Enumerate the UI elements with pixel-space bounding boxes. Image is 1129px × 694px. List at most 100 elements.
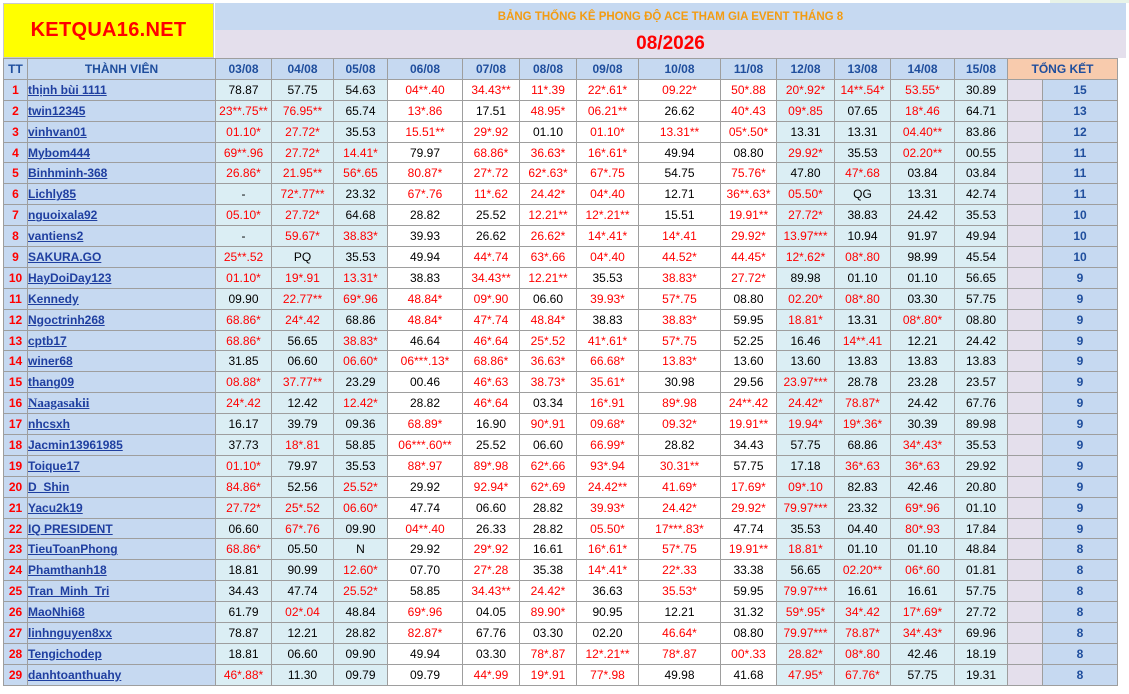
total-cell: 9 [1042, 454, 1118, 477]
score-cell: QG [834, 183, 891, 206]
member-name-link[interactable]: TieuToanPhong [27, 538, 216, 561]
member-name-link[interactable]: vantiens2 [27, 225, 216, 248]
table-row: 6 Lichly85-72*.77** 23.32 67*.76 11*.62 24.42… [3, 183, 1118, 206]
member-name-link[interactable]: nhcsxh [27, 413, 216, 436]
score-cell: 17*.69* [890, 601, 955, 624]
score-cell: 46.64 [387, 329, 463, 352]
member-name-link[interactable]: Tengichodep [27, 642, 216, 665]
table-row: 27 linhnguyen8xx 78.87 12.21 28.82 82.87* 67.7… [3, 622, 1118, 644]
member-name-link[interactable]: Kennedy [27, 287, 216, 310]
score-cell: 27.72* [271, 141, 334, 164]
score-cell: 47.74 [271, 580, 334, 603]
member-name-link[interactable]: Naagasakii [27, 392, 216, 415]
table-row: 5 Binhminh-368 26.86* 21.95** 56*.65 80.87* 27… [3, 162, 1118, 185]
score-cell: 77*.98 [576, 663, 639, 686]
score-cell: 29.92 [954, 454, 1008, 477]
score-cell: 42.74 [954, 183, 1008, 206]
member-name-link[interactable]: cptb17 [27, 329, 216, 352]
header-tt: TT [3, 58, 28, 80]
member-name-link[interactable]: thang09 [27, 371, 216, 394]
score-cell: 25.52 [462, 204, 520, 227]
header-total: TỔNG KẾT [1007, 58, 1118, 80]
member-name-link[interactable]: Toique17 [27, 454, 216, 477]
score-cell: 89.98 [954, 413, 1008, 436]
score-cell: 35.61* [576, 371, 639, 394]
score-cell: 90.95 [576, 601, 639, 624]
score-cell: 17.18 [776, 454, 835, 477]
score-cell: 41*.61* [576, 329, 639, 352]
total-spacer [1007, 246, 1043, 268]
score-cell: 09.36 [333, 413, 388, 436]
member-name-link[interactable]: Phamthanh18 [27, 559, 216, 582]
score-cell: 37.73 [215, 434, 272, 456]
score-cell: 18*.46 [890, 99, 955, 122]
score-cell: 92.94* [462, 475, 520, 498]
score-cell: 24.42 [890, 392, 955, 415]
row-number: 1 [3, 78, 28, 101]
score-cell: 49.94 [387, 246, 463, 268]
member-name-link[interactable]: winer68 [27, 350, 216, 373]
member-name-link[interactable]: Tran_Minh_Tri [27, 580, 216, 603]
score-cell: 48.95* [519, 99, 577, 122]
total-cell: 11 [1042, 183, 1118, 206]
score-cell: 04.40 [834, 517, 891, 540]
member-name-link[interactable]: IQ PRESIDENT [27, 517, 216, 540]
member-name-link[interactable]: danhtoanthuahy [27, 663, 216, 686]
member-name-link[interactable]: Ngoctrinh268 [27, 308, 216, 331]
member-name-link[interactable]: HayDoiDay123 [27, 266, 216, 289]
member-name-link[interactable]: linhnguyen8xx [27, 622, 216, 644]
score-cell: 57.75 [720, 454, 777, 477]
member-name-link[interactable]: D_Shin [27, 475, 216, 498]
score-cell: 16*.61* [576, 538, 639, 561]
total-spacer [1007, 496, 1043, 519]
score-cell: 11.30 [271, 663, 334, 686]
member-name-link[interactable]: nguoixala92 [27, 204, 216, 227]
score-cell: 23.28 [890, 371, 955, 394]
score-cell: 26.62* [519, 225, 577, 248]
score-cell: 24**.42 [720, 392, 777, 415]
score-cell: 15.51** [387, 120, 463, 143]
member-name-link[interactable]: Jacmin13961985 [27, 434, 216, 456]
member-name-link[interactable]: Lichly85 [27, 183, 216, 206]
header-date: 13/08 [834, 58, 891, 80]
row-number: 23 [3, 538, 28, 561]
member-name-link[interactable]: Binhminh-368 [27, 162, 216, 185]
score-cell: 31.85 [215, 350, 272, 373]
score-cell: 67*.75 [576, 162, 639, 185]
member-name-link[interactable]: thịnh bùi 1111 [27, 78, 216, 101]
total-cell: 10 [1042, 246, 1118, 268]
table-row: 23 TieuToanPhong 68.86* 05.50 N 29.92 29*.92 16… [3, 538, 1118, 561]
row-number: 25 [3, 580, 28, 603]
member-name-link[interactable]: vinhvan01 [27, 120, 216, 143]
score-cell: 25*.52 [519, 329, 577, 352]
table-row: 24 Phamthanh18 18.81 90.99 12.60* 07.70 27*.28… [3, 559, 1118, 582]
score-cell: 36.63* [519, 141, 577, 164]
score-cell: 34.43** [462, 266, 520, 289]
score-cell: 39.93* [576, 496, 639, 519]
score-cell: 13.83 [954, 350, 1008, 373]
score-cell: 41.69* [638, 475, 721, 498]
score-cell: 98.99 [890, 246, 955, 268]
member-name-link[interactable]: MaoNhi68 [27, 601, 216, 624]
score-cell: 58.85 [387, 580, 463, 603]
score-cell: 89.90* [519, 601, 577, 624]
score-cell: 44*.99 [462, 663, 520, 686]
score-cell: 14**.41 [834, 329, 891, 352]
member-name-link[interactable]: SAKURA.GO [27, 246, 216, 268]
member-name-link[interactable]: Mybom444 [27, 141, 216, 164]
score-cell: 29.92 [387, 475, 463, 498]
score-cell: 35.53 [333, 454, 388, 477]
score-cell: 10.94 [834, 225, 891, 248]
member-name-link[interactable]: twin12345 [27, 99, 216, 122]
table-row: 18 Jacmin13961985 37.73 18*.81 58.85 06***.60… [3, 434, 1118, 456]
score-cell: 06*.60 [890, 559, 955, 582]
total-spacer [1007, 475, 1043, 498]
score-cell: 66.68* [576, 350, 639, 373]
member-name-link[interactable]: Yacu2k19 [27, 496, 216, 519]
score-cell: 27.72* [720, 266, 777, 289]
score-cell: 34.43 [215, 580, 272, 603]
score-cell: 08.80 [720, 622, 777, 644]
score-cell: 24.42* [519, 580, 577, 603]
score-cell: 12.71 [638, 183, 721, 206]
score-cell: 06.60 [462, 496, 520, 519]
